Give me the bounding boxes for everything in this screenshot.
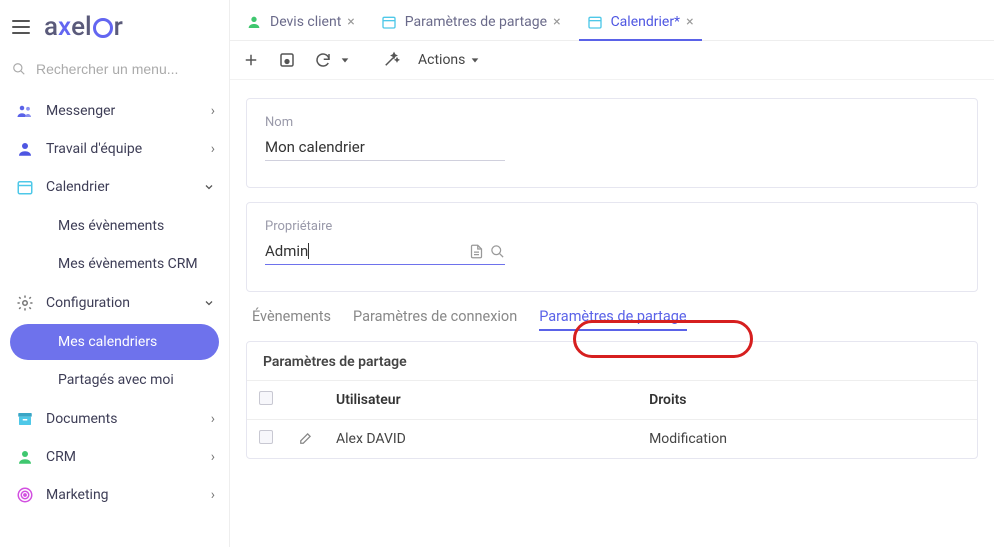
add-button[interactable] [242,51,260,69]
close-icon[interactable]: × [347,14,354,30]
search-icon [12,60,26,78]
sidebar-sub-my-events-crm[interactable]: Mes évènements CRM [10,246,219,282]
sidebar-item-marketing[interactable]: Marketing › [0,476,229,514]
dropdown-caret-icon [470,55,480,65]
sidebar-item-team[interactable]: Travail d'équipe › [0,130,229,168]
tab-devis-client[interactable]: Devis client × [238,6,363,40]
toolbar: Actions [230,41,994,80]
subtab-events[interactable]: Évènements [252,308,331,331]
search-icon[interactable] [490,244,505,259]
column-rights: Droits [637,381,977,420]
sidebar-item-messenger[interactable]: Messenger › [0,92,229,130]
actions-label: Actions [418,52,465,68]
row-checkbox[interactable] [259,430,273,444]
target-icon [14,486,36,504]
people-icon [14,102,36,120]
tab-label: Paramètres de partage [405,14,547,30]
text-cursor [308,243,309,259]
cell-rights: Modification [637,420,977,459]
subtab-connection-params[interactable]: Paramètres de connexion [353,308,517,331]
close-icon[interactable]: × [553,14,560,30]
chevron-down-icon [203,181,215,193]
field-value: Mon calendrier [265,138,365,156]
chevron-right-icon: › [211,487,215,503]
sidebar-item-label: Configuration [46,295,203,311]
gear-icon [14,294,36,312]
table-row[interactable]: Alex DAVID Modification [247,420,977,459]
sidebar-item-label: Calendrier [46,179,203,195]
tab-label: Calendrier* [611,14,681,30]
tab-label: Devis client [270,14,341,30]
table-header-row: Utilisateur Droits [247,381,977,420]
sidebar-item-label: Marketing [46,487,211,503]
logo: axelr [44,12,123,42]
calendar-icon [587,14,603,30]
sidebar-sub-my-events[interactable]: Mes évènements [10,208,219,244]
name-field[interactable]: Nom Mon calendrier [265,115,505,161]
wand-icon[interactable] [382,51,400,69]
chevron-right-icon: › [211,449,215,465]
chevron-right-icon: › [211,411,215,427]
owner-field[interactable]: Propriétaire Admin [265,219,505,265]
tab-calendrier[interactable]: Calendrier* × [579,6,702,40]
form-card: Nom Mon calendrier [246,98,978,188]
cell-user: Alex DAVID [324,420,637,459]
chevron-right-icon: › [211,141,215,157]
column-user: Utilisateur [324,381,637,420]
field-value: Admin [265,242,308,260]
tab-bar: Devis client × Paramètres de partage × C… [230,0,994,41]
sidebar-item-label: Travail d'équipe [46,141,211,157]
subtab-share-params[interactable]: Paramètres de partage [539,308,686,331]
person-icon [14,448,36,466]
sidebar-item-crm[interactable]: CRM › [0,438,229,476]
sidebar-item-configuration[interactable]: Configuration [0,284,229,322]
archive-icon [14,410,36,428]
owner-card: Propriétaire Admin [246,202,978,292]
chevron-right-icon: › [211,103,215,119]
sidebar-sub-my-calendars[interactable]: Mes calendriers [10,324,219,360]
calendar-icon [14,178,36,196]
chevron-down-icon [203,297,215,309]
panel-title: Paramètres de partage [247,342,977,380]
document-icon[interactable] [469,244,484,259]
share-table: Utilisateur Droits Alex DAVID Modificati… [247,380,977,458]
sidebar-item-label: CRM [46,449,211,465]
refresh-button[interactable] [314,51,332,69]
menu-search-input[interactable] [36,61,217,77]
main-content: Devis client × Paramètres de partage × C… [230,0,994,547]
person-icon [246,14,262,30]
sidebar-item-calendar[interactable]: Calendrier [0,168,229,206]
sidebar-sub-shared-with-me[interactable]: Partagés avec moi [10,362,219,398]
sidebar-item-documents[interactable]: Documents › [0,400,229,438]
dropdown-caret-icon[interactable] [340,55,350,65]
sidebar-item-label: Messenger [46,103,211,119]
save-button[interactable] [278,51,296,69]
calendar-icon [381,14,397,30]
field-label: Propriétaire [265,219,505,234]
share-panel: Paramètres de partage Utilisateur Droits [246,341,978,459]
sub-tab-bar: Évènements Paramètres de connexion Param… [246,306,978,341]
select-all-checkbox[interactable] [259,391,273,405]
sidebar: axelr Messenger › Travail d'équipe › Cal… [0,0,230,547]
field-label: Nom [265,115,505,130]
tab-parametres-partage[interactable]: Paramètres de partage × [373,6,569,40]
close-icon[interactable]: × [686,14,693,30]
edit-icon[interactable] [297,432,312,447]
person-icon [14,140,36,158]
sidebar-item-label: Documents [46,411,211,427]
actions-menu[interactable]: Actions [418,52,480,68]
menu-toggle-icon[interactable] [12,20,30,34]
